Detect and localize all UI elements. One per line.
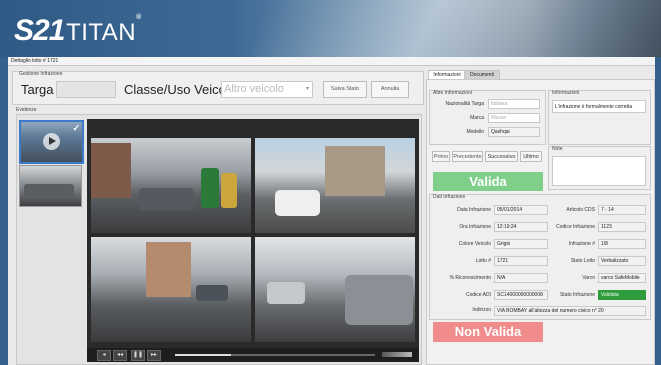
volume-slider[interactable] [382,352,412,357]
header-decoration [245,0,661,57]
classe-label: Classe/Uso Veicolo [124,82,236,97]
check-icon: ✓ [72,123,80,133]
rewind-icon[interactable]: ◂ [97,350,111,361]
dati-right-field[interactable]: 1123 [598,222,646,232]
evidenze-title: Evidenze [16,107,37,113]
altre-info-field[interactable]: Nissan [488,113,540,123]
note-textarea[interactable] [552,156,646,186]
primo-button[interactable]: Primo [432,151,450,162]
group-title: Altre Informazioni [433,90,472,96]
step-back-icon[interactable]: ◂◂ [113,350,127,361]
dati-left-field[interactable]: N/A [494,273,548,283]
dati-right-label: Varco [582,275,595,281]
informazioni-group: Informazioni L'infrazione è formalmente … [548,90,651,145]
dati-left-label: Colore Veicolo [458,241,491,247]
play-icon [43,133,60,150]
targa-input[interactable] [56,81,116,98]
informazioni-text[interactable]: L'infrazione è formalmente corretta [552,100,646,113]
salva-stato-button[interactable]: Salva Stato [323,81,367,98]
status-valida[interactable]: Valida [433,172,543,191]
classe-select[interactable]: Altro veicolo ▾ [221,81,313,98]
dati-left-field[interactable]: 1721 [494,256,548,266]
step-forward-icon[interactable]: ▸▸ [147,350,161,361]
player-controls: ◂ ◂◂ ❚❚ ▸▸ [87,348,419,362]
dati-left-field[interactable]: 05/01/2014 [494,205,548,215]
dati-right-label: Articolo CDS [566,207,595,213]
indirizzo-field[interactable]: VIA BOMBAY all'altezza del numero civico… [494,306,646,316]
dati-right-field[interactable]: 1/8 [598,239,646,249]
altre-info-field[interactable]: Qashqai [488,127,540,137]
gestione-infrazione-group: Gestione Infrazione Targa Classe/Uso Vei… [12,71,424,105]
progress-fill [175,354,231,356]
altre-informazioni-group: Altre Informazioni Nazionalità Targa Ital… [429,90,546,145]
dati-left-label: Codice ADI [465,292,491,298]
dati-infrazione-group: Dati Infrazione Data Infrazione 05/01/201… [429,194,651,320]
altre-info-label: Modello [466,129,484,135]
group-title: Dati Infrazione [433,194,466,200]
group-title: Informazioni [552,90,580,96]
evidence-thumbnail-2[interactable] [19,165,82,207]
dati-right-label: Codice Infrazione [556,224,595,230]
dati-left-label: Ora Infrazione [459,224,491,230]
camera-view-4 [255,237,415,342]
dati-left-label: Lotto # [475,258,491,264]
dati-left-field[interactable]: 12:19:24 [494,222,548,232]
note-group: Note [548,146,651,190]
dati-right-field[interactable]: varco SafeMobile [598,273,646,283]
app-window: Dettaglio lotto # 1721 Gestione Infrazio… [8,57,655,365]
indirizzo-label: Indirizzo [472,307,491,313]
dati-left-field[interactable]: SC14000000000008 [494,290,548,300]
frame-right [655,57,661,365]
dati-right-label: Stato Infrazione [559,292,595,298]
evidence-thumbnail-1[interactable]: ✓ [19,120,84,164]
altre-info-label: Marca [470,115,484,121]
altre-info-field[interactable]: Italiana [488,99,540,109]
dati-right-label: Infrazione # [568,241,595,247]
ultimo-button[interactable]: Ultimo [520,151,542,162]
progress-track[interactable] [175,354,375,356]
dati-left-label: Data Infrazione [457,207,491,213]
camera-view-3 [91,237,251,342]
s21-titan-logo: S21 TITAN® [14,14,142,47]
successivo-button[interactable]: Successivo [485,151,518,162]
dati-right-field[interactable]: Verbalizzato [598,256,646,266]
dati-right-field[interactable]: 7 - 14 [598,205,646,215]
window-title: Dettaglio lotto # 1721 [8,57,655,66]
targa-label: Targa [21,82,54,97]
group-title: Note [552,146,563,152]
group-title: Gestione Infrazione [19,71,63,77]
frame-left [0,57,8,365]
dati-left-label: % Riconoscimento [449,275,491,281]
video-player[interactable]: ◂ ◂◂ ❚❚ ▸▸ [87,119,419,362]
dati-right-field[interactable]: Validata [598,290,646,300]
camera-view-2 [255,138,415,233]
status-non-valida[interactable]: Non Valida [433,322,543,342]
chevron-down-icon: ▾ [305,86,309,92]
altre-info-label: Nazionalità Targa [445,101,484,107]
annulla-button[interactable]: Annulla [371,81,409,98]
dati-left-field[interactable]: Grigio [494,239,548,249]
app-header: S21 TITAN® [0,0,661,57]
camera-view-1 [91,138,251,233]
dati-right-label: Stato Lotto [570,258,595,264]
precedente-button[interactable]: Precedente [452,151,483,162]
pause-icon[interactable]: ❚❚ [131,350,145,361]
